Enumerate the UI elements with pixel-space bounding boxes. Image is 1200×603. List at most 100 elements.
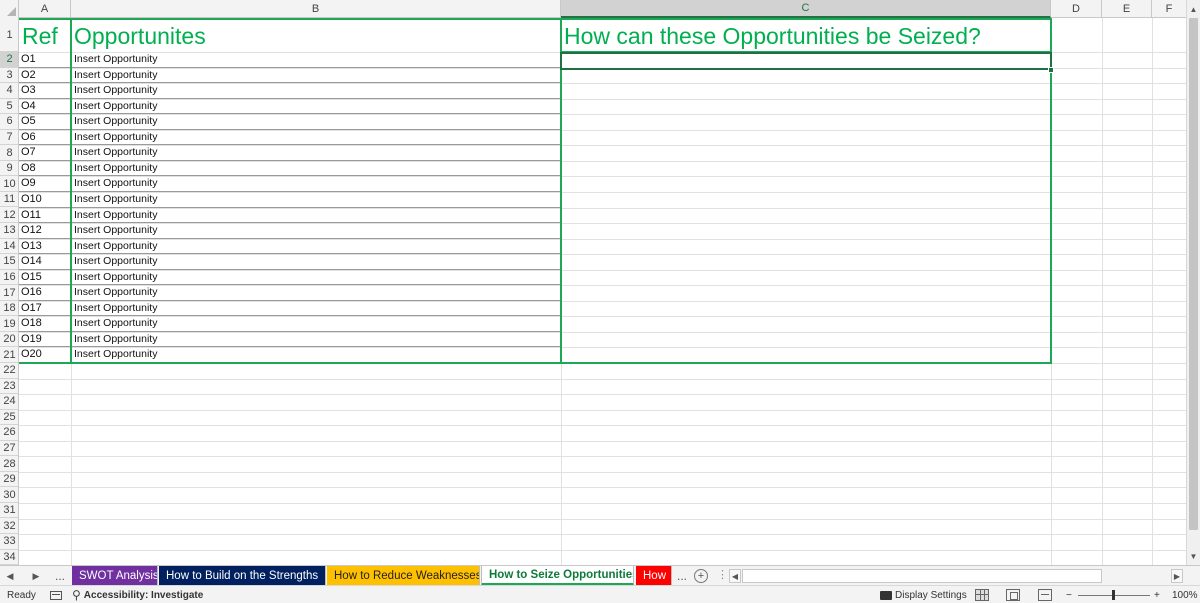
opportunity-cell[interactable]: Insert Opportunity — [71, 176, 561, 192]
header-cell-seize[interactable]: How can these Opportunities be Seized? — [561, 18, 1051, 52]
opportunity-cell[interactable]: Insert Opportunity — [71, 161, 561, 177]
row-header-29[interactable]: 29 — [0, 472, 18, 488]
opportunity-cell[interactable]: Insert Opportunity — [71, 332, 561, 348]
opportunity-cell[interactable]: Insert Opportunity — [71, 301, 561, 317]
row-header-10[interactable]: 10 — [0, 176, 18, 192]
row-header-28[interactable]: 28 — [0, 456, 18, 472]
ref-cell[interactable]: O12 — [19, 223, 71, 239]
row-header-24[interactable]: 24 — [0, 394, 18, 410]
page-layout-view-button[interactable] — [1006, 589, 1020, 601]
ref-cell[interactable]: O15 — [19, 270, 71, 286]
scroll-down-icon[interactable]: ▼ — [1187, 549, 1200, 563]
opportunity-cell[interactable]: Insert Opportunity — [71, 192, 561, 208]
ref-cell[interactable]: O8 — [19, 161, 71, 177]
macro-recording-icon[interactable] — [50, 586, 66, 603]
row-header-18[interactable]: 18 — [0, 301, 18, 317]
ref-cell[interactable]: O9 — [19, 176, 71, 192]
ref-cell[interactable]: O19 — [19, 332, 71, 348]
row-header-13[interactable]: 13 — [0, 223, 18, 239]
ref-cell[interactable]: O1 — [19, 52, 71, 68]
tab-build-strengths[interactable]: How to Build on the Strengths — [159, 566, 326, 586]
row-header-27[interactable]: 27 — [0, 441, 18, 457]
column-header-d[interactable]: D — [1051, 0, 1102, 18]
ref-cell[interactable]: O13 — [19, 239, 71, 255]
column-header-e[interactable]: E — [1102, 0, 1152, 18]
worksheet-grid[interactable]: Ref Opportunites How can these Opportuni… — [19, 18, 1186, 565]
header-cell-opportunities[interactable]: Opportunites — [71, 18, 561, 52]
zoom-in-button[interactable]: + — [1154, 586, 1160, 603]
opportunity-cell[interactable]: Insert Opportunity — [71, 239, 561, 255]
more-sheets-right[interactable]: ... — [677, 566, 687, 586]
row-header-20[interactable]: 20 — [0, 332, 18, 348]
ref-cell[interactable]: O3 — [19, 83, 71, 99]
opportunity-cell[interactable]: Insert Opportunity — [71, 130, 561, 146]
horizontal-scrollbar[interactable] — [742, 569, 1102, 583]
row-header-17[interactable]: 17 — [0, 285, 18, 301]
row-header-30[interactable]: 30 — [0, 487, 18, 503]
row-header-6[interactable]: 6 — [0, 114, 18, 130]
ref-cell[interactable]: O7 — [19, 145, 71, 161]
ref-cell[interactable]: O2 — [19, 68, 71, 84]
row-header-34[interactable]: 34 — [0, 550, 18, 565]
ref-cell[interactable]: O11 — [19, 208, 71, 224]
row-header-4[interactable]: 4 — [0, 83, 18, 99]
more-sheets-left[interactable]: ... — [55, 566, 65, 586]
ref-cell[interactable]: O10 — [19, 192, 71, 208]
row-header-14[interactable]: 14 — [0, 239, 18, 255]
row-header-15[interactable]: 15 — [0, 254, 18, 270]
row-header-21[interactable]: 21 — [0, 347, 18, 363]
zoom-slider-thumb[interactable] — [1112, 590, 1115, 600]
display-settings[interactable]: Display Settings — [880, 586, 967, 603]
ref-cell[interactable]: O20 — [19, 347, 71, 363]
row-header-11[interactable]: 11 — [0, 192, 18, 208]
zoom-out-button[interactable]: − — [1066, 586, 1072, 603]
row-header-33[interactable]: 33 — [0, 534, 18, 550]
row-header-5[interactable]: 5 — [0, 99, 18, 115]
select-all-corner[interactable] — [0, 0, 19, 18]
opportunity-cell[interactable]: Insert Opportunity — [71, 347, 561, 363]
row-header-8[interactable]: 8 — [0, 145, 18, 161]
column-header-a[interactable]: A — [19, 0, 71, 18]
row-header-22[interactable]: 22 — [0, 363, 18, 379]
vertical-scroll-thumb[interactable] — [1189, 18, 1198, 530]
opportunity-cell[interactable]: Insert Opportunity — [71, 208, 561, 224]
row-header-3[interactable]: 3 — [0, 68, 18, 84]
scroll-left-icon[interactable]: ◀ — [729, 569, 741, 583]
prev-sheet-icon[interactable]: ◀ — [2, 566, 18, 586]
row-header-23[interactable]: 23 — [0, 379, 18, 395]
opportunity-cell[interactable]: Insert Opportunity — [71, 254, 561, 270]
next-sheet-icon[interactable]: ▶ — [28, 566, 44, 586]
ref-cell[interactable]: O4 — [19, 99, 71, 115]
row-header-32[interactable]: 32 — [0, 519, 18, 535]
ref-cell[interactable]: O6 — [19, 130, 71, 146]
row-header-2[interactable]: 2 — [0, 52, 18, 68]
tab-split-handle-icon[interactable]: ⋮ — [717, 568, 728, 581]
vertical-scrollbar[interactable]: ▲ ▼ — [1186, 0, 1200, 565]
ref-cell[interactable]: O16 — [19, 285, 71, 301]
tab-threats[interactable]: How — [636, 566, 672, 586]
row-header-19[interactable]: 19 — [0, 316, 18, 332]
tab-reduce-weaknesses[interactable]: How to Reduce Weaknesses — [327, 566, 480, 586]
column-header-f[interactable]: F — [1152, 0, 1186, 18]
scroll-up-icon[interactable]: ▲ — [1187, 2, 1200, 16]
opportunity-cell[interactable]: Insert Opportunity — [71, 223, 561, 239]
zoom-level[interactable]: 100% — [1172, 586, 1198, 603]
row-header-12[interactable]: 12 — [0, 208, 18, 224]
opportunity-cell[interactable]: Insert Opportunity — [71, 270, 561, 286]
opportunity-cell[interactable]: Insert Opportunity — [71, 285, 561, 301]
opportunity-cell[interactable]: Insert Opportunity — [71, 83, 561, 99]
ref-cell[interactable]: O18 — [19, 316, 71, 332]
opportunity-cell[interactable]: Insert Opportunity — [71, 52, 561, 68]
tab-seize-opportunities[interactable]: How to Seize Opportunities — [481, 566, 634, 586]
add-sheet-icon[interactable]: + — [694, 569, 708, 583]
ref-cell[interactable]: O17 — [19, 301, 71, 317]
column-header-b[interactable]: B — [71, 0, 561, 18]
row-header-1[interactable]: 1 — [0, 18, 18, 52]
tab-swot-analysis[interactable]: SWOT Analysis — [72, 566, 158, 586]
normal-view-button[interactable] — [975, 589, 989, 601]
row-header-26[interactable]: 26 — [0, 425, 18, 441]
row-header-31[interactable]: 31 — [0, 503, 18, 519]
row-header-9[interactable]: 9 — [0, 161, 18, 177]
opportunity-cell[interactable]: Insert Opportunity — [71, 114, 561, 130]
scroll-right-icon[interactable]: ▶ — [1171, 569, 1183, 583]
